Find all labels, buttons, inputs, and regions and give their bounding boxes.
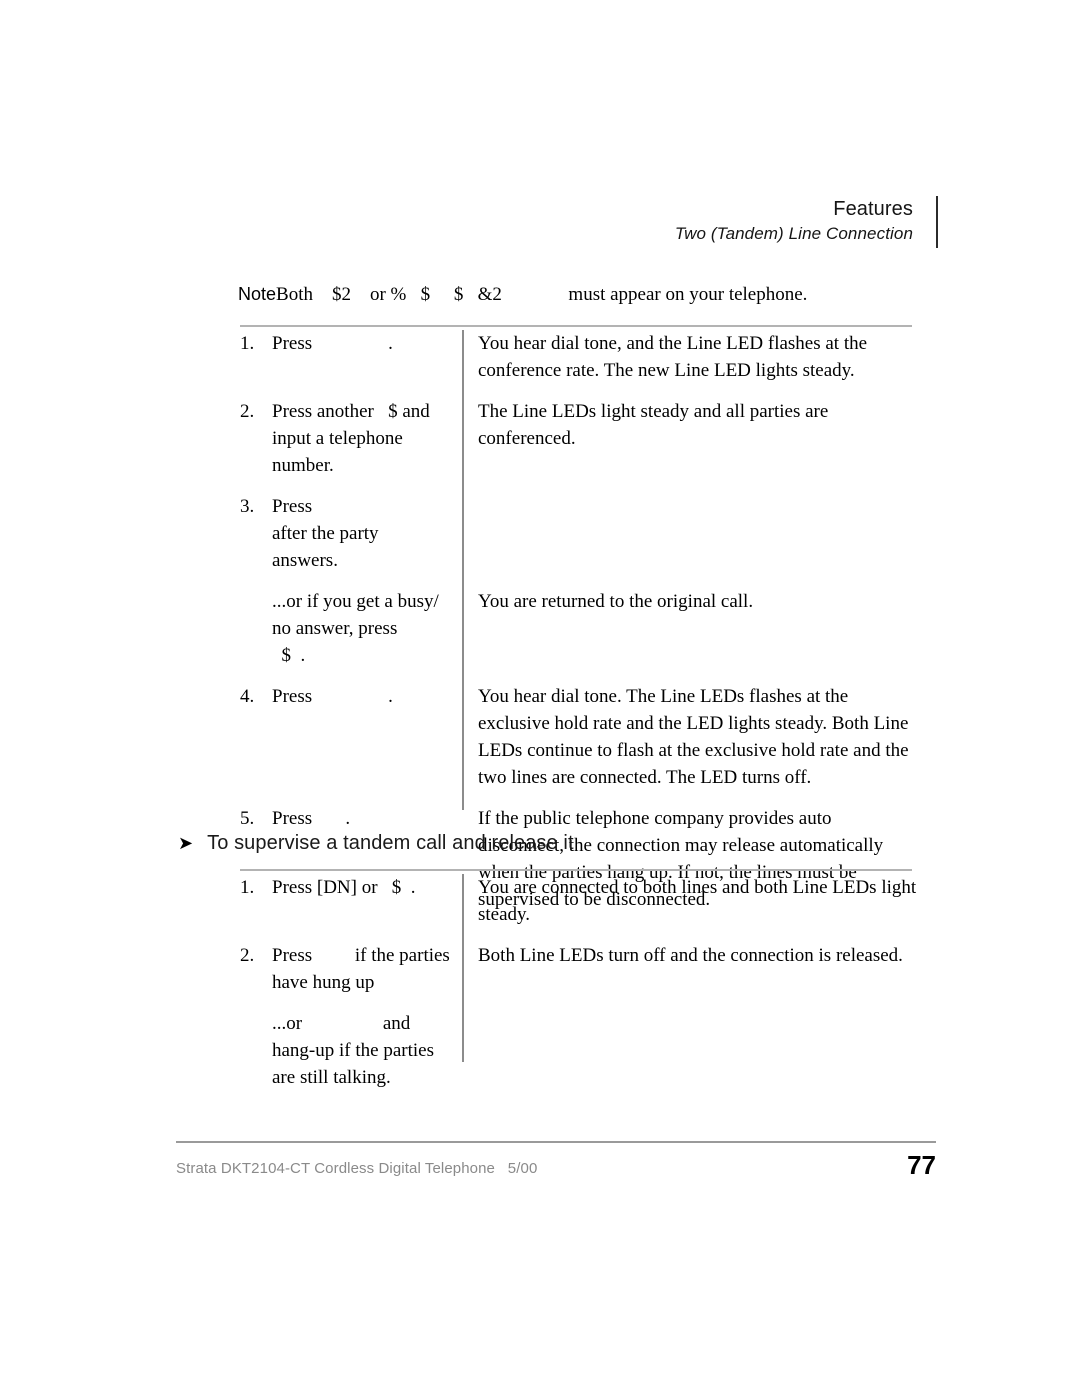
document-page: Features Two (Tandem) Line Connection No… [0,0,1080,1397]
step-action-cell: 4. Press . [240,683,462,710]
step-action-cell: 5. Press . [240,805,462,832]
step-action-cell: 2. Press another $ and input a telephone… [240,398,462,479]
page-number: 77 [907,1150,936,1180]
step-action-text: Press another $ and input a telephone nu… [272,401,435,476]
step-number: 2. [240,945,255,966]
footer-rule [176,1141,936,1143]
step-action-text: Press . [272,686,393,707]
procedure-two-table: 1. Press [DN] or $ . You are connected t… [240,874,920,1105]
step-number: 3. [240,496,255,517]
table-row: 1. Press [DN] or $ . You are connected t… [240,874,920,928]
page-header: Features Two (Tandem) Line Connection [0,196,925,246]
note-paragraph: NoteBoth $2 or % $ $ &2 must appear on y… [238,281,938,308]
step-action-cell: 3. Press after the party answers. [240,493,462,574]
section-heading: ➤ To supervise a tandem call and release… [178,830,574,857]
section-heading-text: To supervise a tandem call and release i… [207,832,574,854]
substep-action-text: ...or if you get a busy/ no answer, pres… [272,591,439,666]
step-action-cell: 1. Press [DN] or $ . [240,874,462,901]
table-row: 3. Press after the party answers. [240,493,920,574]
table-row: ...or and hang-up if the parties are sti… [240,1010,920,1091]
header-vertical-rule [936,196,938,248]
step-action-cell: 2. Press if the parties have hung up [240,942,462,996]
note-label: Note [238,284,277,304]
table-row: 2. Press if the parties have hung up Bot… [240,942,920,996]
header-title: Features [833,198,913,220]
step-action-cell: 1. Press . [240,330,462,357]
header-subtitle: Two (Tandem) Line Connection [674,224,913,243]
step-number: 1. [240,333,255,354]
table-row: 2. Press another $ and input a telephone… [240,398,920,479]
step-result-text: Both Line LEDs turn off and the connecti… [478,945,903,966]
step-action-text: Press . [272,333,393,354]
step-number: 5. [240,808,255,829]
substep-action-text: ...or and hang-up if the parties are sti… [272,1013,439,1088]
step-result-text: You hear dial tone, and the Line LED fla… [478,333,868,381]
step-number: 1. [240,877,255,898]
arrow-right-icon: ➤ [178,833,194,854]
table-row: ...or if you get a busy/ no answer, pres… [240,588,920,669]
step-action-text: Press [DN] or $ . [272,877,416,898]
note-text: Both $2 or % $ $ &2 must appear on your … [276,284,808,305]
procedure-one-top-rule [240,325,912,327]
step-number: 4. [240,686,255,707]
substep-result-text: You are returned to the original call. [478,591,754,612]
step-result-text: You hear dial tone. The Line LEDs flashe… [478,686,909,788]
footer-document-title: Strata DKT2104-CT Cordless Digital Telep… [176,1160,538,1177]
step-action-text: Press . [272,808,351,829]
table-row: 1. Press . You hear dial tone, and the L… [240,330,920,384]
procedure-two-top-rule [240,869,912,871]
table-row: 4. Press . You hear dial tone. The Line … [240,683,920,791]
step-result-text: You are connected to both lines and both… [478,877,917,925]
step-result-text: The Line LEDs light steady and all parti… [478,401,829,449]
step-number: 2. [240,401,255,422]
step-action-text: Press after the party answers. [272,496,379,571]
step-action-text: Press if the parties have hung up [272,945,455,993]
